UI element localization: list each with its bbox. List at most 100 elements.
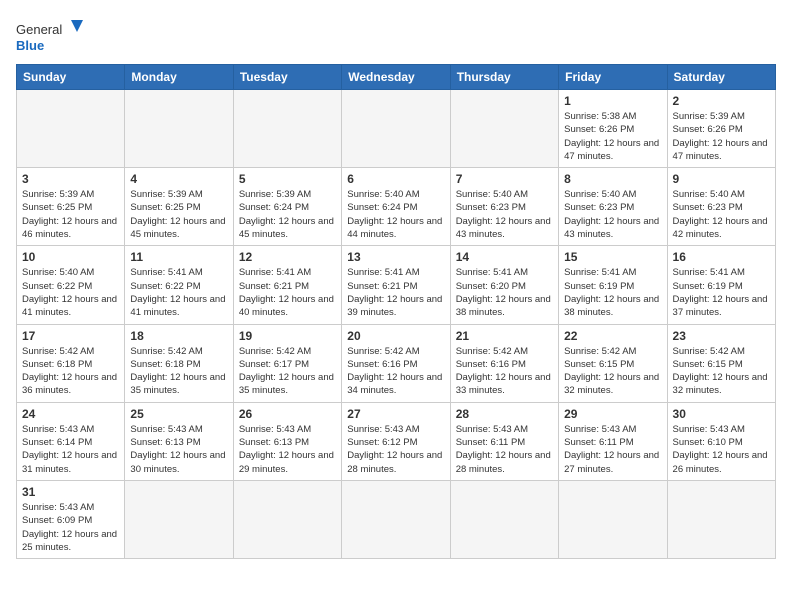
- day-of-week-header: Monday: [125, 65, 233, 90]
- day-info: Sunrise: 5:40 AM Sunset: 6:23 PM Dayligh…: [673, 188, 770, 241]
- calendar-day-cell: 6 Sunrise: 5:40 AM Sunset: 6:24 PM Daylig…: [342, 168, 450, 246]
- day-number: 14: [456, 250, 553, 264]
- calendar-day-cell: 13 Sunrise: 5:41 AM Sunset: 6:21 PM Dayli…: [342, 246, 450, 324]
- day-info: Sunrise: 5:43 AM Sunset: 6:11 PM Dayligh…: [456, 423, 553, 476]
- calendar-day-cell: 5Sunrise: 5:39 AM Sunset: 6:24 PM Daylig…: [233, 168, 341, 246]
- day-info: Sunrise: 5:42 AM Sunset: 6:15 PM Dayligh…: [673, 345, 770, 398]
- logo: General Blue: [16, 16, 86, 56]
- calendar-week-row: 17 Sunrise: 5:42 AM Sunset: 6:18 PM Dayli…: [17, 324, 776, 402]
- calendar-day-cell: 20 Sunrise: 5:42 AM Sunset: 6:16 PM Dayli…: [342, 324, 450, 402]
- calendar-day-cell: [342, 480, 450, 558]
- calendar-day-cell: 25Sunrise: 5:43 AM Sunset: 6:13 PM Dayli…: [125, 402, 233, 480]
- day-number: 2: [673, 94, 770, 108]
- calendar-day-cell: 26 Sunrise: 5:43 AM Sunset: 6:13 PM Dayli…: [233, 402, 341, 480]
- calendar-day-cell: 7Sunrise: 5:40 AM Sunset: 6:23 PM Daylig…: [450, 168, 558, 246]
- calendar-day-cell: [450, 480, 558, 558]
- calendar-day-cell: 14 Sunrise: 5:41 AM Sunset: 6:20 PM Dayli…: [450, 246, 558, 324]
- calendar-week-row: 31 Sunrise: 5:43 AM Sunset: 6:09 PM Dayli…: [17, 480, 776, 558]
- day-number: 31: [22, 485, 119, 499]
- page-header: General Blue: [16, 16, 776, 56]
- day-info: Sunrise: 5:41 AM Sunset: 6:21 PM Dayligh…: [347, 266, 444, 319]
- day-number: 10: [22, 250, 119, 264]
- calendar-week-row: 1Sunrise: 5:38 AM Sunset: 6:26 PM Daylig…: [17, 90, 776, 168]
- calendar-day-cell: 12 Sunrise: 5:41 AM Sunset: 6:21 PM Dayli…: [233, 246, 341, 324]
- day-of-week-header: Tuesday: [233, 65, 341, 90]
- calendar-day-cell: 2Sunrise: 5:39 AM Sunset: 6:26 PM Daylig…: [667, 90, 775, 168]
- day-info: Sunrise: 5:43 AM Sunset: 6:11 PM Dayligh…: [564, 423, 661, 476]
- day-info: Sunrise: 5:42 AM Sunset: 6:16 PM Dayligh…: [456, 345, 553, 398]
- day-number: 28: [456, 407, 553, 421]
- day-info: Sunrise: 5:41 AM Sunset: 6:19 PM Dayligh…: [564, 266, 661, 319]
- calendar-day-cell: 21Sunrise: 5:42 AM Sunset: 6:16 PM Dayli…: [450, 324, 558, 402]
- calendar-day-cell: 18Sunrise: 5:42 AM Sunset: 6:18 PM Dayli…: [125, 324, 233, 402]
- svg-text:General: General: [16, 22, 62, 37]
- calendar-day-cell: [450, 90, 558, 168]
- calendar-day-cell: 29 Sunrise: 5:43 AM Sunset: 6:11 PM Dayli…: [559, 402, 667, 480]
- day-number: 9: [673, 172, 770, 186]
- calendar-day-cell: 31 Sunrise: 5:43 AM Sunset: 6:09 PM Dayli…: [17, 480, 125, 558]
- day-of-week-header: Sunday: [17, 65, 125, 90]
- day-info: Sunrise: 5:41 AM Sunset: 6:22 PM Dayligh…: [130, 266, 227, 319]
- day-info: Sunrise: 5:40 AM Sunset: 6:23 PM Dayligh…: [564, 188, 661, 241]
- day-info: Sunrise: 5:41 AM Sunset: 6:20 PM Dayligh…: [456, 266, 553, 319]
- calendar-day-cell: 23 Sunrise: 5:42 AM Sunset: 6:15 PM Dayli…: [667, 324, 775, 402]
- day-info: Sunrise: 5:38 AM Sunset: 6:26 PM Dayligh…: [564, 110, 661, 163]
- calendar-day-cell: 16Sunrise: 5:41 AM Sunset: 6:19 PM Dayli…: [667, 246, 775, 324]
- calendar-day-cell: 4Sunrise: 5:39 AM Sunset: 6:25 PM Daylig…: [125, 168, 233, 246]
- day-info: Sunrise: 5:43 AM Sunset: 6:13 PM Dayligh…: [239, 423, 336, 476]
- calendar-day-cell: [559, 480, 667, 558]
- calendar-day-cell: 10 Sunrise: 5:40 AM Sunset: 6:22 PM Dayli…: [17, 246, 125, 324]
- calendar-day-cell: [125, 480, 233, 558]
- day-number: 27: [347, 407, 444, 421]
- day-info: Sunrise: 5:41 AM Sunset: 6:21 PM Dayligh…: [239, 266, 336, 319]
- day-number: 4: [130, 172, 227, 186]
- day-info: Sunrise: 5:42 AM Sunset: 6:16 PM Dayligh…: [347, 345, 444, 398]
- day-number: 24: [22, 407, 119, 421]
- day-number: 29: [564, 407, 661, 421]
- calendar-week-row: 10 Sunrise: 5:40 AM Sunset: 6:22 PM Dayli…: [17, 246, 776, 324]
- day-number: 30: [673, 407, 770, 421]
- calendar-day-cell: 1Sunrise: 5:38 AM Sunset: 6:26 PM Daylig…: [559, 90, 667, 168]
- calendar-day-cell: 28 Sunrise: 5:43 AM Sunset: 6:11 PM Dayli…: [450, 402, 558, 480]
- day-number: 15: [564, 250, 661, 264]
- day-number: 20: [347, 329, 444, 343]
- day-info: Sunrise: 5:43 AM Sunset: 6:10 PM Dayligh…: [673, 423, 770, 476]
- day-number: 17: [22, 329, 119, 343]
- day-of-week-header: Wednesday: [342, 65, 450, 90]
- day-of-week-header: Friday: [559, 65, 667, 90]
- day-number: 26: [239, 407, 336, 421]
- day-info: Sunrise: 5:39 AM Sunset: 6:24 PM Dayligh…: [239, 188, 336, 241]
- day-info: Sunrise: 5:40 AM Sunset: 6:22 PM Dayligh…: [22, 266, 119, 319]
- day-number: 13: [347, 250, 444, 264]
- calendar-day-cell: [17, 90, 125, 168]
- day-info: Sunrise: 5:42 AM Sunset: 6:17 PM Dayligh…: [239, 345, 336, 398]
- calendar-day-cell: 27 Sunrise: 5:43 AM Sunset: 6:12 PM Dayli…: [342, 402, 450, 480]
- day-info: Sunrise: 5:39 AM Sunset: 6:25 PM Dayligh…: [22, 188, 119, 241]
- calendar-day-cell: 24Sunrise: 5:43 AM Sunset: 6:14 PM Dayli…: [17, 402, 125, 480]
- calendar-day-cell: 22 Sunrise: 5:42 AM Sunset: 6:15 PM Dayli…: [559, 324, 667, 402]
- day-info: Sunrise: 5:43 AM Sunset: 6:09 PM Dayligh…: [22, 501, 119, 554]
- day-number: 22: [564, 329, 661, 343]
- day-of-week-header: Saturday: [667, 65, 775, 90]
- day-info: Sunrise: 5:42 AM Sunset: 6:18 PM Dayligh…: [130, 345, 227, 398]
- calendar-day-cell: 11 Sunrise: 5:41 AM Sunset: 6:22 PM Dayli…: [125, 246, 233, 324]
- calendar-day-cell: [233, 90, 341, 168]
- day-of-week-header: Thursday: [450, 65, 558, 90]
- calendar-week-row: 24Sunrise: 5:43 AM Sunset: 6:14 PM Dayli…: [17, 402, 776, 480]
- day-number: 7: [456, 172, 553, 186]
- day-number: 6: [347, 172, 444, 186]
- day-info: Sunrise: 5:43 AM Sunset: 6:12 PM Dayligh…: [347, 423, 444, 476]
- calendar-day-cell: 15 Sunrise: 5:41 AM Sunset: 6:19 PM Dayli…: [559, 246, 667, 324]
- day-number: 19: [239, 329, 336, 343]
- day-number: 25: [130, 407, 227, 421]
- day-number: 12: [239, 250, 336, 264]
- day-info: Sunrise: 5:40 AM Sunset: 6:24 PM Dayligh…: [347, 188, 444, 241]
- calendar-day-cell: 30 Sunrise: 5:43 AM Sunset: 6:10 PM Dayli…: [667, 402, 775, 480]
- calendar-week-row: 3Sunrise: 5:39 AM Sunset: 6:25 PM Daylig…: [17, 168, 776, 246]
- day-number: 11: [130, 250, 227, 264]
- day-info: Sunrise: 5:41 AM Sunset: 6:19 PM Dayligh…: [673, 266, 770, 319]
- calendar-day-cell: [125, 90, 233, 168]
- logo-svg: General Blue: [16, 16, 86, 56]
- day-info: Sunrise: 5:42 AM Sunset: 6:15 PM Dayligh…: [564, 345, 661, 398]
- day-number: 23: [673, 329, 770, 343]
